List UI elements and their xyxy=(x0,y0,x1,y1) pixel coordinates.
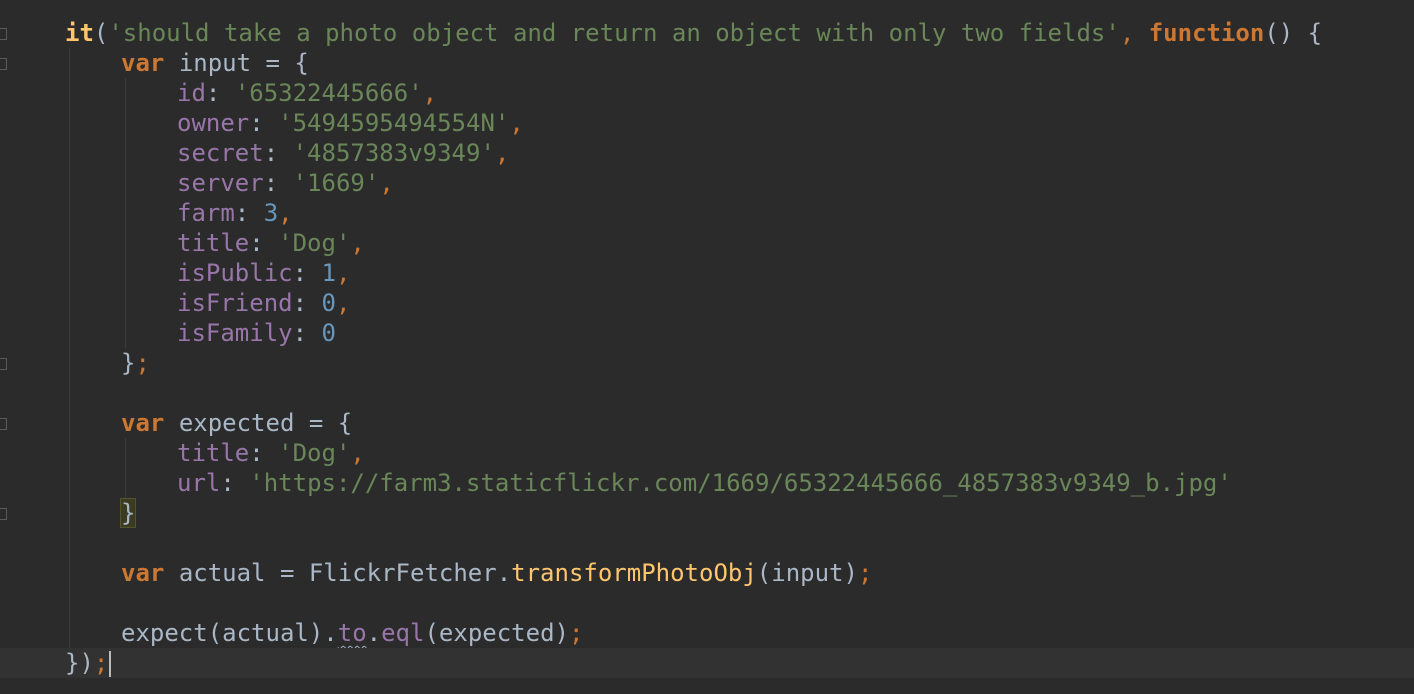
closing-brace: } xyxy=(121,349,136,377)
code-text: id: '65322445666', xyxy=(177,79,438,107)
property-key: url xyxy=(177,469,221,497)
code-text: } xyxy=(119,498,137,528)
current-code-line[interactable]: }); xyxy=(0,648,1414,678)
code-line[interactable]: secret: '4857383v9349', xyxy=(0,138,1414,168)
property-value: '1669' xyxy=(292,169,380,197)
code-line[interactable]: url: 'https://farm3.staticflickr.com/166… xyxy=(0,468,1414,498)
property-key: isPublic xyxy=(177,259,293,287)
code-line[interactable]: var expected = { xyxy=(0,408,1414,438)
code-line[interactable]: var actual = FlickrFetcher.transformPhot… xyxy=(0,558,1414,588)
comma: , xyxy=(350,439,365,467)
code-text: isFamily: 0 xyxy=(177,319,336,347)
call-args: (expected) xyxy=(424,619,569,647)
code-line[interactable]: it('should take a photo object and retur… xyxy=(0,18,1414,48)
comma: , xyxy=(509,109,524,137)
code-line[interactable]: owner: '5494595494554N', xyxy=(0,108,1414,138)
code-text: }; xyxy=(121,348,150,378)
code-text: it('should take a photo object and retur… xyxy=(65,18,1322,48)
call-args: (input) xyxy=(756,559,858,587)
code-editor[interactable]: it('should take a photo object and retur… xyxy=(0,0,1414,694)
property-value: 0 xyxy=(321,289,336,317)
property-value: '65322445666' xyxy=(234,79,423,107)
property-value: 1 xyxy=(321,259,336,287)
code-line[interactable]: isFamily: 0 xyxy=(0,318,1414,348)
code-line[interactable]: title: 'Dog', xyxy=(0,228,1414,258)
code-text: url: 'https://farm3.staticflickr.com/166… xyxy=(177,469,1232,497)
comma: , xyxy=(278,199,293,227)
property-value: 'Dog' xyxy=(278,229,351,257)
code-text: secret: '4857383v9349', xyxy=(177,139,510,167)
comma: , xyxy=(379,169,394,197)
it-call: it xyxy=(65,19,94,47)
property-key: isFriend xyxy=(177,289,293,317)
code-line[interactable]: var input = { xyxy=(0,48,1414,78)
property-key: id xyxy=(177,79,206,107)
input-declaration: input = { xyxy=(178,49,309,77)
code-line[interactable]: id: '65322445666', xyxy=(0,78,1414,108)
semicolon: ; xyxy=(135,349,150,377)
semicolon: ; xyxy=(568,619,584,647)
code-text: }); xyxy=(65,648,112,678)
comma: , xyxy=(1119,19,1135,47)
property-key: server xyxy=(177,169,264,197)
property-key: farm xyxy=(177,199,235,227)
property-value: 0 xyxy=(321,319,336,347)
property-key: title xyxy=(177,439,250,467)
code-text: expect(actual).to.eql(expected); xyxy=(121,618,583,648)
expected-declaration: expected = { xyxy=(178,409,353,437)
var-keyword: var xyxy=(121,49,165,77)
test-description-string: 'should take a photo object and return a… xyxy=(108,19,1120,47)
comma: , xyxy=(422,79,438,107)
actual-declaration: actual = FlickrFetcher. xyxy=(178,559,512,587)
code-line[interactable]: title: 'Dog', xyxy=(0,438,1414,468)
code-line[interactable]: server: '1669', xyxy=(0,168,1414,198)
code-text: isFriend: 0, xyxy=(177,289,351,317)
semicolon: ; xyxy=(857,559,873,587)
closing-brace-matched: } xyxy=(119,498,137,528)
paren: ( xyxy=(93,19,109,47)
property-key: title xyxy=(177,229,250,257)
code-text: server: '1669', xyxy=(177,169,394,197)
code-line[interactable]: expect(actual).to.eql(expected); xyxy=(0,618,1414,648)
comma: , xyxy=(494,139,510,167)
to-chain: to xyxy=(337,619,367,647)
code-line[interactable]: }; xyxy=(0,348,1414,378)
expect-call: expect(actual). xyxy=(121,619,338,647)
text-caret xyxy=(109,651,112,677)
code-line[interactable]: isPublic: 1, xyxy=(0,258,1414,288)
code-line[interactable]: } xyxy=(0,498,1414,528)
code-text: farm: 3, xyxy=(177,199,293,227)
code-text: var input = { xyxy=(121,48,309,78)
property-key: owner xyxy=(177,109,250,137)
function-params: () { xyxy=(1264,19,1323,47)
property-value: 3 xyxy=(263,199,279,227)
function-keyword: function xyxy=(1148,19,1265,47)
code-text: var actual = FlickrFetcher.transformPhot… xyxy=(121,558,872,588)
comma: , xyxy=(335,289,351,317)
property-value: '5494595494554N' xyxy=(278,109,510,137)
comma: , xyxy=(335,259,351,287)
var-keyword: var xyxy=(121,559,165,587)
closing-paren-brace: }) xyxy=(65,649,94,677)
property-value: 'https://farm3.staticflickr.com/1669/653… xyxy=(249,469,1232,497)
code-text: var expected = { xyxy=(121,408,352,438)
dot: . xyxy=(366,619,382,647)
semicolon: ; xyxy=(93,649,109,677)
property-value: 'Dog' xyxy=(278,439,351,467)
code-line[interactable]: farm: 3, xyxy=(0,198,1414,228)
var-keyword: var xyxy=(121,409,165,437)
comma: , xyxy=(350,229,365,257)
code-line[interactable]: isFriend: 0, xyxy=(0,288,1414,318)
method-call: transformPhotoObj xyxy=(511,559,757,587)
code-text: isPublic: 1, xyxy=(177,259,351,287)
code-text: title: 'Dog', xyxy=(177,439,365,467)
property-value: '4857383v9349' xyxy=(292,139,495,167)
code-text: title: 'Dog', xyxy=(177,229,365,257)
eql-method: eql xyxy=(381,619,425,647)
property-key: secret xyxy=(177,139,264,167)
code-text: owner: '5494595494554N', xyxy=(177,109,524,137)
property-key: isFamily xyxy=(177,319,293,347)
